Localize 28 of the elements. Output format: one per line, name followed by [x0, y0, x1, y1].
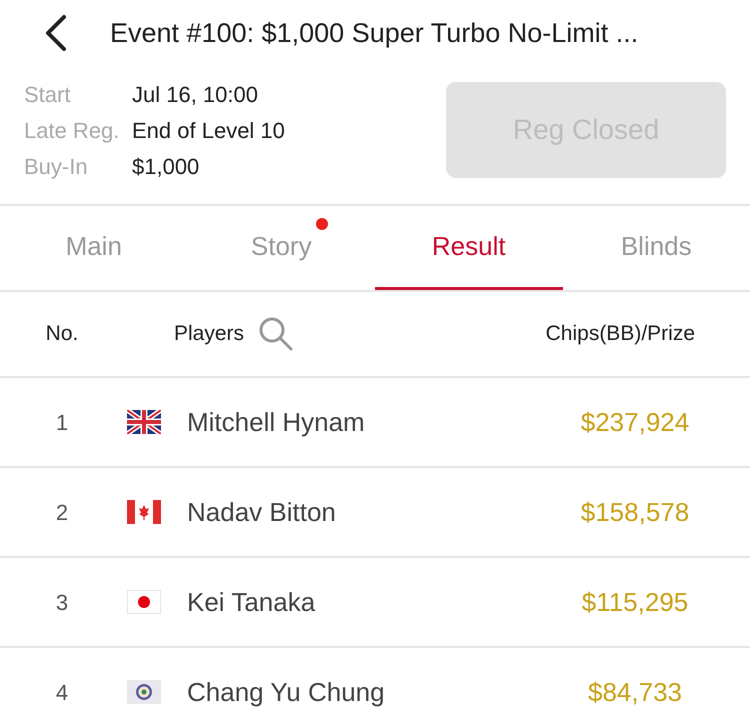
- prize-cell-text: $115,295: [580, 586, 690, 618]
- column-header: Players: [174, 321, 244, 348]
- tab[interactable]: Result: [375, 206, 562, 290]
- rank-cell-text: 4: [54, 678, 70, 706]
- prize-cell-text: $237,924: [580, 406, 690, 438]
- prize-cell-text: $158,578: [580, 496, 690, 528]
- info-label: Start: [24, 80, 72, 108]
- rank-cell-text: 2: [54, 498, 70, 526]
- event-title: Event #100: $1,000 Super Turbo No-Limit ...: [110, 16, 638, 50]
- info-label: Buy-In: [24, 152, 89, 181]
- player-name[interactable]: Mitchell Hynam: [187, 402, 365, 442]
- rank-cell-text: 1: [54, 408, 70, 436]
- info-value: Jul 16, 10:00: [132, 80, 258, 108]
- info-value: $1,000: [132, 152, 200, 180]
- column-header: No.: [44, 321, 80, 348]
- flag-icon: [127, 500, 161, 524]
- flag-icon: [127, 410, 161, 434]
- info-label: Late Reg.: [24, 116, 120, 145]
- info-value: End of Level 10: [132, 116, 285, 144]
- search-icon[interactable]: [258, 316, 294, 352]
- player-name[interactable]: Nadav Bitton: [187, 492, 336, 532]
- flag-icon: [127, 590, 161, 614]
- prize-cell-text: $84,733: [587, 676, 683, 708]
- column-header: Chips(BB)/Prize: [546, 321, 695, 348]
- player-name[interactable]: Kei Tanaka: [187, 582, 316, 622]
- rank-cell-text: 3: [54, 588, 70, 616]
- player-name[interactable]: Chang Yu Chung: [187, 672, 385, 712]
- flag-icon: [127, 680, 161, 704]
